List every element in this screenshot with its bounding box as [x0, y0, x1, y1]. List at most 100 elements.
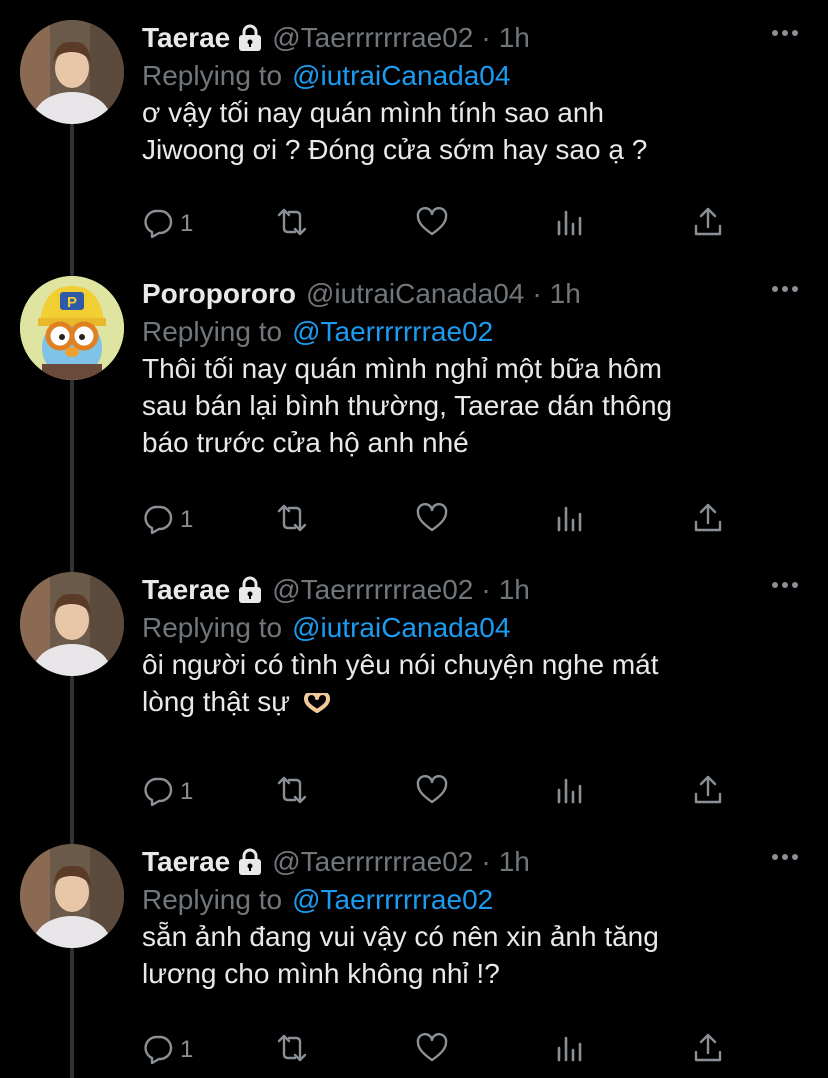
text-line-with-emoji: lòng thật sự — [142, 683, 792, 720]
retweet-icon — [276, 1032, 308, 1069]
separator-dot: · — [481, 574, 491, 605]
mention-link[interactable]: @iutraiCanada04 — [292, 612, 510, 643]
replying-to-label: Replying to — [142, 612, 283, 643]
timestamp[interactable]: 1h — [550, 276, 581, 312]
display-name[interactable]: Taerae — [142, 572, 230, 608]
analytics-button[interactable] — [554, 502, 586, 538]
display-name[interactable]: Poropororo — [142, 276, 296, 312]
lock-icon — [236, 23, 264, 53]
svg-text:P: P — [67, 294, 77, 311]
like-icon — [416, 774, 448, 811]
replying-to-label: Replying to — [142, 60, 283, 91]
like-icon — [416, 206, 448, 243]
retweet-button[interactable] — [276, 206, 308, 242]
text-line: ơ vậy tối nay quán mình tính sao anh — [142, 97, 604, 128]
replying-to-label: Replying to — [142, 884, 283, 915]
separator-dot: · — [532, 278, 542, 309]
like-button[interactable] — [416, 502, 448, 538]
reply-count: 1 — [180, 778, 194, 805]
reply-button[interactable]: 1 — [142, 1032, 193, 1068]
tweet-text: Thôi tối nay quán mình nghỉ một bữa hôm … — [142, 350, 792, 461]
more-icon[interactable] — [772, 286, 798, 294]
reply-count: 1 — [180, 1036, 194, 1063]
like-button[interactable] — [416, 774, 448, 810]
separator-dot: · — [481, 22, 491, 53]
retweet-icon — [276, 206, 308, 243]
action-bar: 1 — [142, 502, 742, 538]
reply-button[interactable]: 1 — [142, 502, 193, 538]
text-line: Thôi tối nay quán mình nghỉ một bữa hôm — [142, 353, 662, 384]
reply-button[interactable]: 1 — [142, 774, 193, 810]
display-name[interactable]: Taerae — [142, 844, 230, 880]
timestamp[interactable]: 1h — [499, 572, 530, 608]
mention-link[interactable]: @Taerrrrrrrae02 — [292, 884, 493, 915]
share-icon — [692, 206, 724, 243]
tweet-text: sẵn ảnh đang vui vậy có nên xin ảnh tăng… — [142, 918, 792, 992]
tweet-text: ơ vậy tối nay quán mình tính sao anh Jiw… — [142, 94, 792, 168]
analytics-icon — [554, 1032, 586, 1069]
share-button[interactable] — [692, 1032, 724, 1068]
analytics-button[interactable] — [554, 206, 586, 242]
replying-to: Replying to @iutraiCanada04 — [142, 56, 510, 96]
share-button[interactable] — [692, 206, 724, 242]
lock-icon — [236, 575, 264, 605]
avatar[interactable] — [20, 844, 124, 948]
like-button[interactable] — [416, 206, 448, 242]
analytics-button[interactable] — [554, 774, 586, 810]
reply-count: 1 — [180, 210, 194, 237]
text-line: ôi người có tình yêu nói chuyện nghe mát — [142, 649, 659, 680]
share-icon — [692, 1032, 724, 1069]
text-line: lương cho mình không nhỉ !? — [142, 958, 500, 989]
handle[interactable]: @Taerrrrrrrae02 — [272, 20, 473, 56]
reply-button[interactable]: 1 — [142, 206, 193, 242]
action-bar: 1 — [142, 206, 742, 242]
text-line: lòng thật sự — [142, 686, 290, 717]
display-name[interactable]: Taerae — [142, 20, 230, 56]
share-button[interactable] — [692, 774, 724, 810]
timestamp[interactable]: 1h — [499, 844, 530, 880]
mention-link[interactable]: @iutraiCanada04 — [292, 60, 510, 91]
share-icon — [692, 502, 724, 539]
like-icon — [416, 502, 448, 539]
timestamp[interactable]: 1h — [499, 20, 530, 56]
heart-hands-emoji — [303, 685, 330, 713]
replying-to: Replying to @iutraiCanada04 — [142, 608, 510, 648]
retweet-icon — [276, 502, 308, 539]
share-button[interactable] — [692, 502, 724, 538]
analytics-button[interactable] — [554, 1032, 586, 1068]
comment-icon — [142, 774, 174, 811]
tweet-header: Taerae @Taerrrrrrrae02 · 1h — [142, 844, 530, 880]
more-icon[interactable] — [772, 854, 798, 862]
retweet-button[interactable] — [276, 1032, 308, 1068]
like-icon — [416, 1032, 448, 1069]
avatar[interactable]: P — [20, 276, 124, 380]
mention-link[interactable]: @Taerrrrrrrae02 — [292, 316, 493, 347]
analytics-icon — [554, 206, 586, 243]
handle[interactable]: @Taerrrrrrrae02 — [272, 844, 473, 880]
replying-to: Replying to @Taerrrrrrrae02 — [142, 880, 493, 920]
text-line: Jiwoong ơi ? Đóng cửa sớm hay sao ạ ? — [142, 134, 648, 165]
comment-icon — [142, 206, 174, 243]
analytics-icon — [554, 774, 586, 811]
comment-icon — [142, 1032, 174, 1069]
replying-to: Replying to @Taerrrrrrrae02 — [142, 312, 493, 352]
more-icon[interactable] — [772, 582, 798, 590]
tweet-header: Taerae @Taerrrrrrrae02 · 1h — [142, 572, 530, 608]
retweet-button[interactable] — [276, 774, 308, 810]
replying-to-label: Replying to — [142, 316, 283, 347]
text-line: sau bán lại bình thường, Taerae dán thôn… — [142, 390, 673, 421]
text-line: báo trước cửa hộ anh nhé — [142, 427, 469, 458]
lock-icon — [236, 847, 264, 877]
tweet-text: ôi người có tình yêu nói chuyện nghe mát… — [142, 646, 792, 720]
like-button[interactable] — [416, 1032, 448, 1068]
action-bar: 1 — [142, 1032, 742, 1068]
handle[interactable]: @iutraiCanada04 — [306, 276, 524, 312]
avatar[interactable] — [20, 572, 124, 676]
action-bar: 1 — [142, 774, 742, 810]
more-icon[interactable] — [772, 30, 798, 38]
separator-dot: · — [481, 846, 491, 877]
handle[interactable]: @Taerrrrrrrae02 — [272, 572, 473, 608]
avatar[interactable] — [20, 20, 124, 124]
text-line: sẵn ảnh đang vui vậy có nên xin ảnh tăng — [142, 921, 659, 952]
retweet-button[interactable] — [276, 502, 308, 538]
